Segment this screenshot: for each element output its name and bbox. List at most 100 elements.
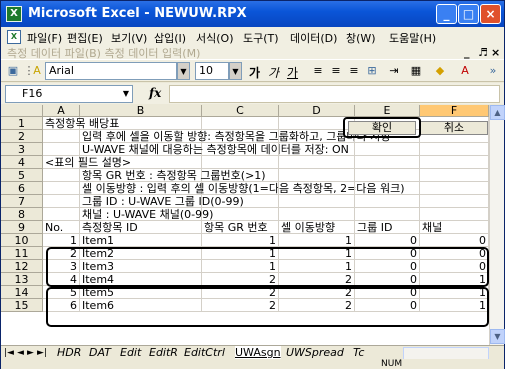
cell-f[interactable] — [420, 169, 489, 182]
cell-a[interactable] — [43, 182, 80, 195]
cell-b[interactable]: 채널 : U-WAVE 채널(0-99) — [80, 208, 213, 221]
menu-data[interactable]: 데이터(D) — [290, 30, 337, 46]
italic-button[interactable]: 가 — [268, 64, 279, 81]
sheet-tab-editctrl[interactable]: EditCtrl — [184, 346, 225, 360]
cell-a[interactable] — [43, 208, 80, 221]
cell-f[interactable] — [420, 143, 489, 156]
name-box[interactable]: F16 ▼ — [5, 85, 133, 103]
cell-a[interactable] — [43, 143, 80, 156]
column-header-c[interactable]: C — [202, 105, 279, 117]
cell-d[interactable]: 1 — [279, 234, 355, 247]
row-header[interactable]: 2 — [1, 130, 43, 143]
cell-f[interactable]: 0 — [420, 234, 489, 247]
cell-a[interactable]: 측정항목 배당표 — [43, 117, 119, 130]
row-header[interactable]: 3 — [1, 143, 43, 156]
row-header[interactable]: 4 — [1, 156, 43, 169]
align-right-icon[interactable]: ≡ — [346, 63, 362, 79]
row-header[interactable]: 8 — [1, 208, 43, 221]
cell-d[interactable] — [279, 208, 355, 221]
next-sheet-button[interactable]: ► — [27, 346, 34, 360]
save-icon[interactable]: ▣ — [5, 63, 21, 79]
select-all-corner[interactable] — [1, 105, 43, 117]
indent-icon[interactable]: ⇥ — [386, 63, 402, 79]
menu-window[interactable]: 창(W) — [346, 30, 376, 46]
merge-center-icon[interactable]: ⊞ — [364, 63, 380, 79]
cell-c[interactable] — [202, 169, 279, 182]
cell-f[interactable] — [420, 182, 489, 195]
font-color-icon[interactable]: A — [457, 63, 473, 79]
menu-format[interactable]: 서식(O) — [196, 30, 233, 46]
sheet-tab-uwasgn[interactable]: UWAsgn — [235, 346, 281, 360]
cell-b[interactable]: U-WAVE 채널에 대응하는 측정항목에 데이터를 저장: ON — [80, 143, 349, 156]
cell-b[interactable]: 그룹 ID : U-WAVE 그룹 ID(0-99) — [80, 195, 244, 208]
cell-d[interactable] — [279, 156, 355, 169]
row-header[interactable]: 6 — [1, 182, 43, 195]
cell-d[interactable] — [279, 195, 355, 208]
cell-d[interactable] — [279, 143, 355, 156]
cell-e[interactable]: 그룹 ID — [355, 221, 420, 234]
scroll-down-icon[interactable]: ▼ — [490, 329, 505, 344]
cell-d[interactable] — [279, 169, 355, 182]
menu-edit[interactable]: 편집(E) — [67, 30, 103, 46]
cancel-button[interactable]: 취소 — [420, 121, 488, 135]
excel-app-icon[interactable]: X — [6, 6, 22, 22]
last-sheet-button[interactable]: ►| — [37, 346, 47, 360]
function-icon[interactable]: fx — [149, 86, 161, 100]
borders-icon[interactable]: ▦ — [408, 63, 424, 79]
column-header-d[interactable]: D — [279, 105, 355, 117]
align-left-icon[interactable]: ≡ — [310, 63, 326, 79]
cell-b[interactable]: Item1 — [80, 234, 202, 247]
cell-a[interactable]: <표의 필드 설명> — [43, 156, 131, 169]
cell-c[interactable] — [202, 117, 279, 130]
first-sheet-button[interactable]: |◄ — [4, 346, 14, 360]
cell-c[interactable]: 1 — [202, 234, 279, 247]
cell-a[interactable]: 1 — [43, 234, 80, 247]
cell-c[interactable] — [202, 182, 279, 195]
cell-e[interactable] — [355, 182, 420, 195]
fill-color-icon[interactable]: ◆ — [432, 63, 448, 79]
doc-close-button[interactable]: × — [491, 46, 500, 59]
underline-button[interactable]: 가 — [287, 64, 298, 81]
cell-c[interactable] — [202, 156, 279, 169]
cell-e[interactable] — [355, 195, 420, 208]
row-header[interactable]: 14 — [1, 286, 43, 299]
cell-d[interactable] — [279, 182, 355, 195]
cell-e[interactable] — [355, 143, 420, 156]
cell-f[interactable] — [420, 195, 489, 208]
cell-c[interactable] — [202, 195, 279, 208]
scroll-up-icon[interactable]: ▲ — [490, 105, 505, 120]
cell-c[interactable]: 항목 GR 번호 — [202, 221, 279, 234]
column-header-e[interactable]: E — [355, 105, 420, 117]
row-header[interactable]: 5 — [1, 169, 43, 182]
cell-a[interactable] — [43, 169, 80, 182]
font-size-dropdown-arrow[interactable]: ▼ — [229, 62, 242, 80]
cell-b[interactable]: 입력 후에 셀을 이동할 방향: 측정항목을 그룹화하고, 그룹마다 지정 — [80, 130, 390, 143]
cell-e[interactable]: 0 — [355, 234, 420, 247]
cell-f[interactable] — [420, 156, 489, 169]
font-name-box[interactable]: Arial — [45, 62, 177, 80]
toolbar-overflow-icon[interactable]: » — [485, 63, 501, 79]
minimize-button[interactable]: _ — [436, 4, 457, 24]
row-header[interactable]: 7 — [1, 195, 43, 208]
menu-view[interactable]: 보기(V) — [111, 30, 147, 46]
row-header[interactable]: 9 — [1, 221, 43, 234]
row-header[interactable]: 11 — [1, 247, 43, 260]
menu-file[interactable]: 파일(F) — [27, 30, 62, 46]
worksheet-grid[interactable]: A B C D E F 1 측정항목 배당표 2 입력 후에 셀을 이동할 방향: 측… — [1, 105, 489, 345]
cell-e[interactable] — [355, 169, 420, 182]
close-button[interactable]: × — [480, 4, 501, 24]
cell-b[interactable]: 측정항목 ID — [80, 221, 202, 234]
column-header-b[interactable]: B — [80, 105, 202, 117]
cell-c[interactable] — [202, 130, 279, 143]
menu-insert[interactable]: 삽입(I) — [154, 30, 186, 46]
doc-restore-button[interactable]: ♬ — [478, 46, 488, 59]
menu-tools[interactable]: 도구(T) — [243, 30, 279, 46]
formula-input[interactable] — [169, 85, 500, 103]
cell-f[interactable]: 채널 — [420, 221, 489, 234]
document-icon[interactable]: X — [7, 30, 21, 44]
menu-help[interactable]: 도움말(H) — [389, 30, 436, 46]
cell-c[interactable] — [202, 208, 279, 221]
sheet-tab-editr[interactable]: EditR — [149, 346, 178, 360]
sheet-tab-edit[interactable]: Edit — [120, 346, 141, 360]
title-bar[interactable]: X Microsoft Excel - NEWUW.RPX _ □ × — [1, 1, 504, 27]
